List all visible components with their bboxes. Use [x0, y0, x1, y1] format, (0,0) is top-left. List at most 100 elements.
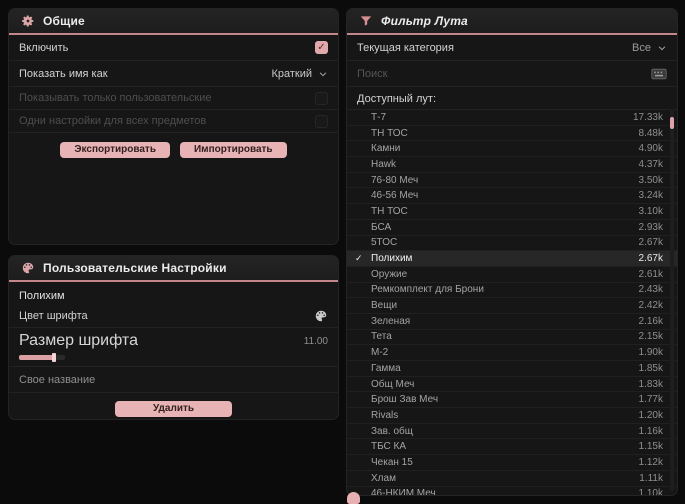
loot-item-value: 1.77k: [638, 394, 663, 406]
display-name-value: Краткий: [271, 67, 312, 80]
same-settings-label: Одни настройки для всех предметов: [19, 115, 207, 127]
slider-handle[interactable]: [52, 353, 56, 362]
loot-item-row[interactable]: Тета 2.15k: [347, 330, 677, 346]
available-loot-label: Доступный лут:: [357, 93, 437, 105]
setting-row-same-settings: Одни настройки для всех предметов: [9, 110, 338, 133]
category-label: Текущая категория: [357, 41, 454, 54]
loot-item-name: 76-80 Меч: [371, 174, 419, 186]
loot-item-row[interactable]: 76-80 Меч 3.50k: [347, 173, 677, 189]
delete-button[interactable]: Удалить: [114, 401, 233, 417]
loot-item-row[interactable]: Ремкомплект для Брони 2.43k: [347, 283, 677, 299]
color-palette-icon[interactable]: [314, 309, 328, 323]
loot-item-name: Тета: [371, 331, 392, 343]
loot-item-row[interactable]: Rivals 1.20k: [347, 408, 677, 424]
loot-item-value: 2.15k: [638, 331, 663, 343]
font-size-slider[interactable]: [19, 353, 65, 362]
loot-filter-panel: Фильтр Лута Текущая категория Все Доступ…: [346, 8, 678, 496]
loot-item-value: 3.24k: [638, 190, 663, 202]
loot-item-value: 17.33k: [632, 111, 663, 123]
general-buttons: Экспортировать Импортировать: [9, 133, 338, 158]
loot-item-row[interactable]: Чекан 15 1.12k: [347, 455, 677, 471]
loot-item-value: 1.90k: [638, 347, 663, 359]
search-input[interactable]: [357, 67, 651, 80]
general-panel-title: Общие: [43, 14, 85, 28]
loot-item-value: 4.37k: [638, 158, 663, 170]
font-color-label: Цвет шрифта: [19, 309, 88, 322]
loot-item-row[interactable]: М-2 1.90k: [347, 345, 677, 361]
loot-item-name: ТН ТОС: [371, 127, 408, 139]
loot-item-value: 3.10k: [638, 205, 663, 217]
loot-item-row[interactable]: 5ТОС 2.67k: [347, 236, 677, 252]
loot-item-value: 1.10k: [638, 488, 663, 496]
loot-scrollbar[interactable]: [670, 109, 674, 491]
loot-item-row[interactable]: Хлам 1.11k: [347, 471, 677, 487]
setting-row-enable: Включить ✓: [9, 35, 338, 61]
keyboard-icon[interactable]: [651, 68, 667, 80]
loot-item-row[interactable]: Зав. общ 1.16k: [347, 424, 677, 440]
import-button[interactable]: Импортировать: [179, 142, 287, 158]
custom-settings-panel: Пользовательские Настройки Полихим Цвет …: [8, 255, 339, 420]
loot-item-value: 2.16k: [638, 315, 663, 327]
loot-item-row[interactable]: ТН ТОС 3.10k: [347, 204, 677, 220]
loot-item-name: ТБС КА: [371, 441, 407, 453]
loot-item-row[interactable]: 46-56 Меч 3.24k: [347, 188, 677, 205]
loot-item-value: 2.93k: [638, 221, 663, 233]
loot-item-row[interactable]: Т-7 17.33k: [347, 110, 677, 126]
loot-item-value: 2.67k: [638, 253, 663, 265]
same-settings-checkbox[interactable]: [315, 114, 328, 128]
loot-item-name: Общ Меч: [371, 378, 415, 390]
loot-item-name: Полихим: [371, 253, 413, 265]
loot-item-value: 1.85k: [638, 362, 663, 374]
category-row: Текущая категория Все: [347, 35, 677, 61]
loot-item-name: ТН ТОС: [371, 205, 408, 217]
loot-item-row[interactable]: Гамма 1.85k: [347, 361, 677, 377]
category-dropdown[interactable]: Все: [632, 42, 667, 54]
loot-item-row[interactable]: ✓ Полихим 2.67k: [347, 251, 677, 267]
only-custom-label: Показывать только пользовательские: [19, 92, 212, 104]
loot-item-name: БСА: [371, 221, 392, 233]
loot-item-row[interactable]: Камни 4.90k: [347, 141, 677, 158]
loot-item-name: 46-56 Меч: [371, 190, 419, 202]
loot-item-value: 1.11k: [639, 472, 663, 484]
enable-checkbox[interactable]: ✓: [315, 41, 328, 54]
loot-list: Т-7 17.33k ТН ТОС 8.48k Камни 4.90k Hawk 4.37k 7…: [347, 109, 677, 496]
loot-item-value: 1.15k: [638, 441, 663, 453]
loot-panel-title: Фильтр Лута: [381, 14, 468, 28]
only-custom-checkbox[interactable]: [315, 91, 328, 105]
loot-item-name: Зав. общ: [371, 425, 413, 437]
loot-item-value: 4.90k: [638, 143, 663, 155]
loot-item-name: Вещи: [371, 300, 398, 312]
font-size-label: Размер шрифта: [19, 332, 138, 349]
chevron-down-icon: [657, 43, 667, 53]
loot-item-row[interactable]: Зеленая 2.16k: [347, 314, 677, 330]
loot-item-name: Hawk: [371, 158, 397, 170]
custom-panel-title: Пользовательские Настройки: [43, 261, 227, 275]
custom-name-input[interactable]: [19, 373, 328, 386]
loot-scrollbar-thumb[interactable]: [670, 117, 674, 129]
loot-item-row[interactable]: Оружие 2.61k: [347, 267, 677, 283]
font-size-row: Размер шрифта 11.00: [9, 328, 338, 367]
loot-item-row[interactable]: ТН ТОС 8.48k: [347, 126, 677, 142]
loot-item-row[interactable]: Вещи 2.42k: [347, 298, 677, 314]
loot-item-value: 3.50k: [638, 174, 663, 186]
funnel-icon: [359, 14, 373, 28]
loot-item-value: 1.12k: [638, 456, 663, 468]
display-name-dropdown[interactable]: Краткий: [271, 68, 328, 80]
custom-panel-header: Пользовательские Настройки: [9, 256, 338, 282]
loot-item-value: 8.48k: [638, 127, 663, 139]
loot-item-row[interactable]: Брош Зав Меч 1.77k: [347, 392, 677, 409]
mouse-cursor: [347, 492, 360, 504]
loot-item-name: Ремкомплект для Брони: [371, 284, 484, 296]
loot-item-row[interactable]: Общ Меч 1.83k: [347, 377, 677, 393]
loot-item-row[interactable]: Hawk 4.37k: [347, 157, 677, 173]
loot-item-row[interactable]: 46-НКИМ Меч 1.10k: [347, 487, 677, 496]
loot-item-row[interactable]: ТБС КА 1.15k: [347, 439, 677, 456]
general-panel-header: Общие: [9, 9, 338, 35]
loot-item-row[interactable]: БСА 2.93k: [347, 220, 677, 236]
custom-buttons: Удалить: [9, 393, 338, 417]
loot-item-name: Оружие: [371, 268, 408, 280]
loot-item-name: Зеленая: [371, 315, 411, 327]
font-size-value: 11.00: [303, 335, 328, 347]
export-button[interactable]: Экспортировать: [60, 142, 170, 158]
loot-item-value: 1.20k: [638, 409, 663, 421]
